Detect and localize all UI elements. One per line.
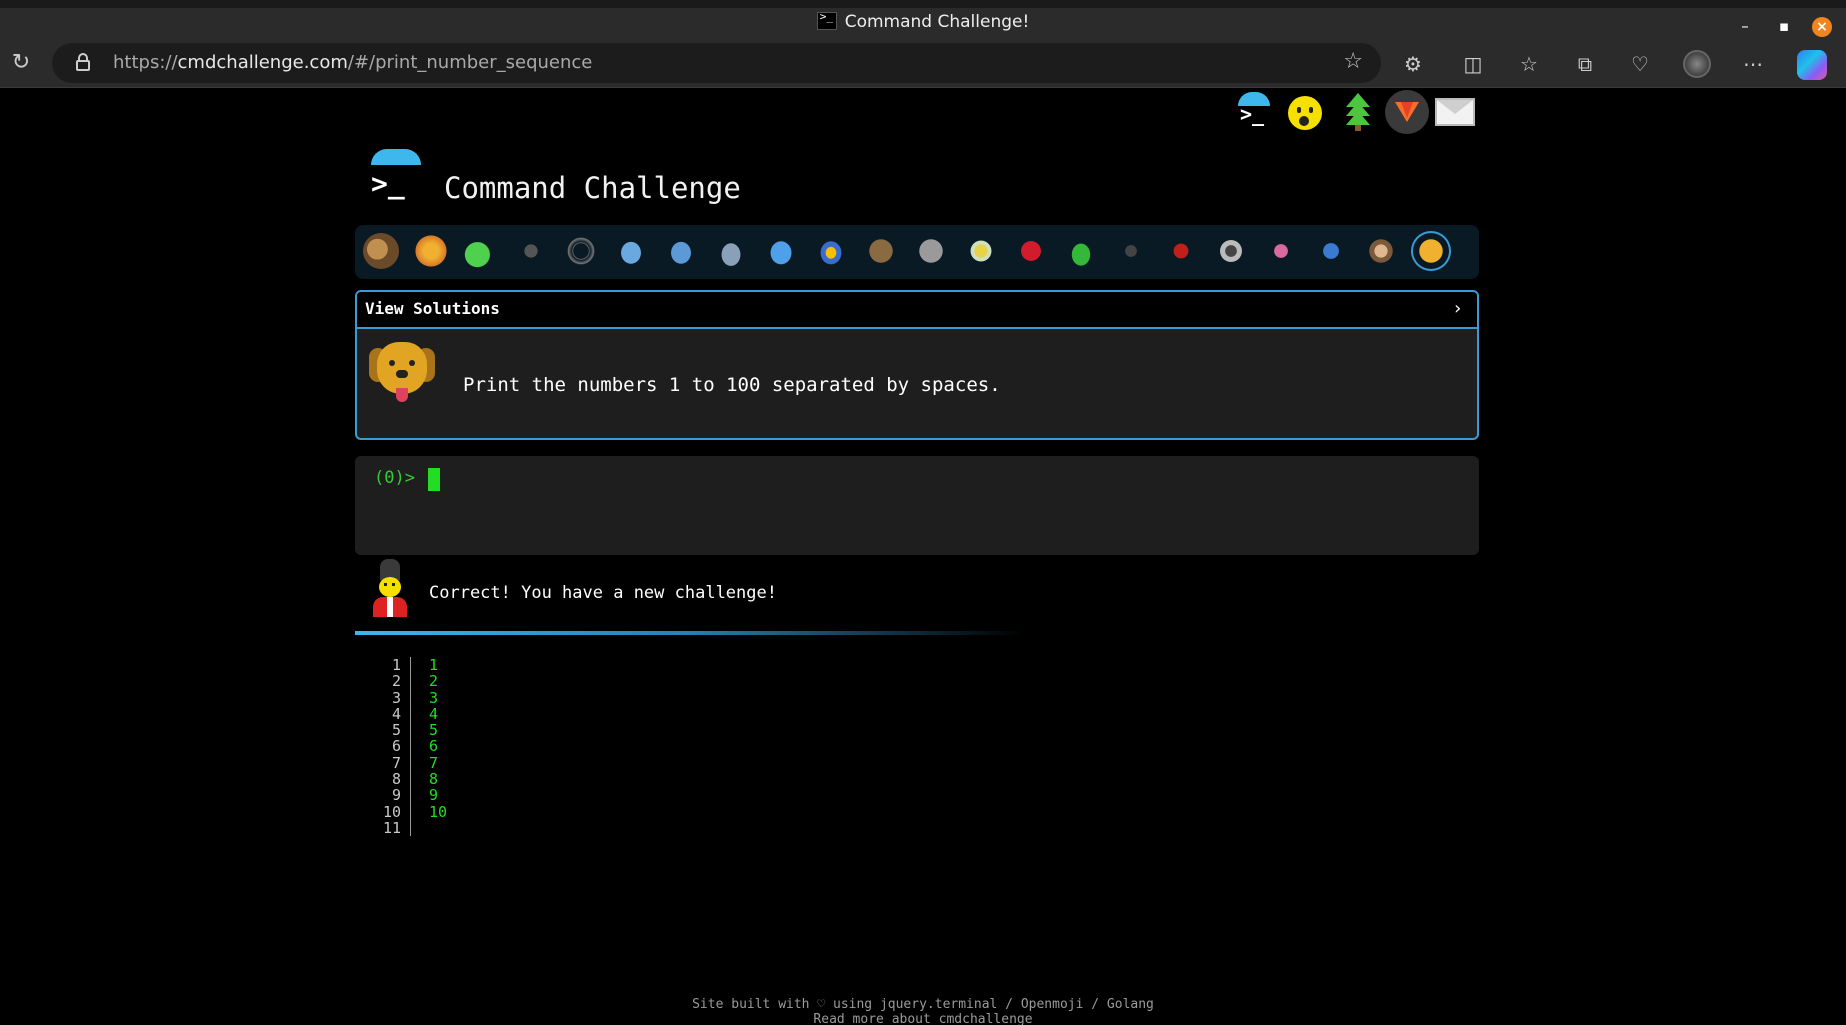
favorites-icon[interactable]: ☆ (1515, 50, 1543, 78)
maximize-button[interactable]: ▪ (1772, 14, 1796, 38)
window-titlebar: Command Challenge! – ▪ × (0, 0, 1846, 40)
dog-icon (369, 342, 435, 404)
mail-icon[interactable] (1433, 90, 1477, 134)
line-numbers: 1 2 3 4 5 6 7 8 9 10 11 (360, 657, 411, 836)
challenge-panel: View Solutions › Print the numbers 1 to … (355, 290, 1479, 440)
tropical-fish-icon[interactable] (813, 233, 849, 269)
microbe-icon[interactable] (1313, 233, 1349, 269)
worm-icon[interactable] (1263, 233, 1299, 269)
output-line: 5 (429, 721, 439, 740)
fish-icon[interactable] (763, 233, 799, 269)
dog-icon-selected[interactable] (1413, 233, 1449, 269)
output-line: 7 (429, 753, 439, 772)
output-values: 1 2 3 4 5 6 7 8 9 10 (429, 657, 447, 820)
ant-icon[interactable] (513, 233, 549, 269)
browser-essentials-icon[interactable]: ♡ (1626, 50, 1654, 78)
terminal-favicon-icon (816, 10, 837, 30)
challenge-animal-bar (355, 225, 1479, 279)
site-footer: Site built with ♡ using jquery.terminal … (0, 997, 1846, 1025)
wolf-icon[interactable] (913, 233, 949, 269)
challenge-description: Print the numbers 1 to 100 separated by … (463, 374, 1001, 396)
line-number: 6 (391, 737, 401, 756)
extensions-icon[interactable]: ⚙ (1399, 50, 1427, 78)
line-number: 8 (391, 770, 401, 789)
whale-icon[interactable] (613, 233, 649, 269)
window-title-text: Command Challenge! (844, 12, 1030, 32)
profile-avatar[interactable] (1683, 50, 1711, 78)
shark-icon[interactable] (663, 233, 699, 269)
url-text[interactable]: https://cmdchallenge.com/#/print_number_… (113, 52, 592, 73)
result-divider (355, 631, 1025, 635)
line-number: 3 (391, 688, 401, 707)
lock-icon[interactable] (76, 53, 90, 71)
line-number: 4 (391, 704, 401, 723)
line-number: 2 (391, 672, 401, 691)
caterpillar-icon[interactable] (463, 233, 499, 269)
hedgehog-icon[interactable] (863, 233, 899, 269)
chevron-right-icon[interactable]: › (1452, 298, 1463, 319)
spider-icon[interactable] (1113, 233, 1149, 269)
output-line: 3 (429, 688, 439, 707)
minimize-button[interactable]: – (1733, 14, 1757, 38)
fly-icon[interactable] (1213, 233, 1249, 269)
footer-credits: Site built with ♡ using jquery.terminal … (692, 997, 1154, 1012)
site-title: Command Challenge (444, 171, 741, 205)
terminal-logo-icon[interactable]: >_ (367, 149, 421, 205)
output-line: 10 (429, 802, 448, 821)
line-number: 11 (382, 818, 401, 837)
output-line: 9 (429, 786, 439, 805)
cricket-icon[interactable] (1063, 233, 1099, 269)
snail-icon[interactable] (363, 233, 399, 269)
output-line: 1 (429, 656, 439, 674)
line-number: 10 (382, 802, 401, 821)
tree-icon[interactable] (1336, 90, 1380, 134)
spider-web-icon[interactable] (563, 233, 599, 269)
terminal-cursor (428, 468, 440, 491)
collections-icon[interactable]: ⧉ (1571, 50, 1599, 78)
terminal-prompt: (0)> (374, 468, 415, 488)
view-solutions-toggle[interactable]: View Solutions › (357, 292, 1477, 329)
line-number: 5 (391, 721, 401, 740)
result-message: Correct! You have a new challenge! (429, 583, 777, 603)
ladybug-icon[interactable] (1013, 233, 1049, 269)
output-line: 8 (429, 770, 439, 789)
footer-about-link[interactable]: Read more about cmdchallenge (0, 1012, 1846, 1025)
output-line: 4 (429, 704, 439, 723)
split-screen-icon[interactable]: ◫ (1459, 50, 1487, 78)
page-content: >_ >_ Command Challenge View Solutions ›… (0, 89, 1846, 1025)
close-window-button[interactable]: × (1812, 17, 1832, 37)
guard-mascot-icon (370, 559, 412, 617)
copilot-icon[interactable] (1797, 50, 1827, 80)
line-number: 7 (391, 753, 401, 772)
line-number: 9 (391, 786, 401, 805)
browser-toolbar: ↻ https://cmdchallenge.com/#/print_numbe… (0, 40, 1846, 88)
emoji-icon[interactable] (1284, 90, 1328, 134)
line-number: 1 (391, 656, 401, 674)
terminal-icon[interactable]: >_ (1232, 90, 1276, 134)
bee-icon[interactable] (963, 233, 999, 269)
monkey-icon[interactable] (1363, 233, 1399, 269)
favorite-star-icon[interactable]: ☆ (1343, 49, 1363, 74)
view-solutions-label[interactable]: View Solutions (365, 299, 500, 318)
output-line: 6 (429, 737, 439, 756)
butterfly-icon[interactable] (413, 233, 449, 269)
gitlab-icon[interactable] (1385, 90, 1429, 134)
more-menu-icon[interactable]: ⋯ (1739, 50, 1767, 78)
address-bar[interactable]: https://cmdchallenge.com/#/print_number_… (52, 43, 1381, 83)
command-terminal[interactable]: (0)> (355, 456, 1479, 555)
dolphin-icon[interactable] (713, 233, 749, 269)
reload-icon[interactable]: ↻ (6, 48, 36, 78)
scorpion-icon[interactable] (1163, 233, 1199, 269)
window-title: Command Challenge! (0, 10, 1846, 32)
output-line: 2 (429, 672, 439, 691)
